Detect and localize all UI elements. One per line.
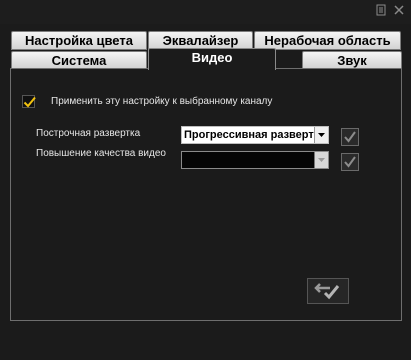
apply-to-channel-checkbox[interactable]: [22, 95, 36, 108]
apply-to-channel-label: Применить эту настройку к выбранному кан…: [51, 96, 273, 107]
video-enhancement-select[interactable]: [181, 151, 329, 169]
tab-video[interactable]: Видео: [148, 48, 276, 70]
tab-color-settings[interactable]: Настройка цвета: [11, 31, 147, 50]
tab-system[interactable]: Система: [11, 51, 147, 69]
video-enhancement-label: Повышение качества видео: [36, 148, 166, 159]
scan-mode-value: Прогрессивная разверт: [184, 129, 314, 141]
menu-icon[interactable]: [374, 3, 388, 17]
scan-mode-select[interactable]: Прогрессивная разверт: [181, 126, 329, 144]
video-enhancement-checkbox[interactable]: [341, 153, 359, 171]
checkmark-icon: [344, 131, 356, 143]
title-bar: [0, 0, 411, 24]
close-icon[interactable]: [392, 3, 406, 17]
checkmark-icon: [344, 156, 356, 168]
apply-button[interactable]: [307, 278, 349, 304]
chevron-down-icon[interactable]: [314, 152, 328, 168]
tab-sound[interactable]: Звук: [302, 51, 402, 69]
scan-mode-checkbox[interactable]: [341, 128, 359, 146]
apply-arrow-check-icon: [314, 283, 340, 300]
scan-mode-label: Построчная развертка: [36, 128, 141, 139]
chevron-down-icon[interactable]: [314, 127, 328, 143]
tab-overscan-area[interactable]: Нерабочая область: [254, 31, 401, 50]
checkmark-icon: [23, 96, 36, 108]
